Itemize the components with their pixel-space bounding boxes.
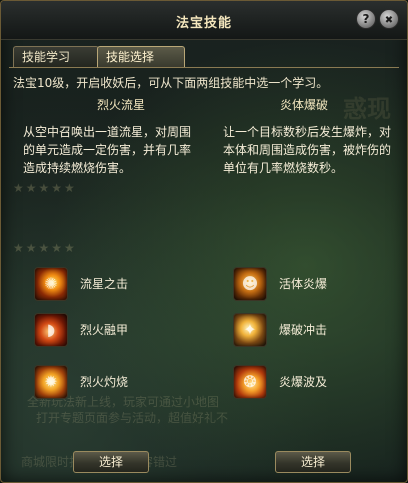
close-icon: ✖ <box>384 15 394 26</box>
select-left-group-button[interactable]: 选择 <box>73 451 149 473</box>
skill-item-meteor-strike[interactable]: ✺ 流星之击 <box>34 267 184 301</box>
blast-wave-icon: ❂ <box>233 365 267 399</box>
skill-label: 烈火融甲 <box>80 323 129 337</box>
close-button[interactable]: ✖ <box>379 9 399 29</box>
skill-item-fire-burn[interactable]: ✹ 烈火灼烧 <box>34 365 184 399</box>
window-title: 法宝技能 <box>175 16 232 31</box>
right-group-description: 让一个目标数秒后发生爆炸，对本体和周围造成伤害，被炸伤的单位有几率燃烧数秒。 <box>223 125 392 175</box>
background-stars: ★★★★★ <box>13 241 77 255</box>
skill-label: 烈火灼烧 <box>80 375 129 389</box>
skill-label: 爆破冲击 <box>279 323 328 337</box>
blast-impact-icon: ✦ <box>233 313 267 347</box>
select-right-group-button[interactable]: 选择 <box>275 451 351 473</box>
skill-label: 流星之击 <box>80 277 129 291</box>
skill-item-blast-wave[interactable]: ❂ 炎爆波及 <box>233 365 383 399</box>
skill-item-fire-armor[interactable]: ◗ 烈火融甲 <box>34 313 184 347</box>
skill-window: 惑现 ★★★★★ ★★★★★ 全新玩法新上线，玩家可通过小地图 打开专题页面参与… <box>0 0 408 483</box>
background-text-line: 打开专题页面参与活动，超值好礼不 <box>36 411 229 425</box>
skill-label: 炎爆波及 <box>279 375 328 389</box>
intro-text: 法宝10级，开启收妖后，可从下面两组技能中选一个学习。 <box>13 76 329 90</box>
tab-skill-learn[interactable]: 技能学习 <box>13 46 99 67</box>
help-icon: ? <box>362 12 370 26</box>
meteor-icon: ✺ <box>34 267 68 301</box>
skill-label: 活体炎爆 <box>279 277 328 291</box>
right-group-title: 炎体爆破 <box>279 98 328 112</box>
skill-item-living-blast[interactable]: ☻ 活体炎爆 <box>233 267 383 301</box>
burn-icon: ✹ <box>34 365 68 399</box>
background-stars: ★★★★★ <box>13 181 77 195</box>
fire-armor-icon: ◗ <box>34 313 68 347</box>
left-group-title: 烈火流星 <box>96 98 145 112</box>
title-bar: 法宝技能 ? ✖ <box>1 1 407 40</box>
tab-divider <box>9 67 399 68</box>
tab-skill-select[interactable]: 技能选择 <box>97 46 185 67</box>
help-button[interactable]: ? <box>356 9 376 29</box>
skill-item-blast-impact[interactable]: ✦ 爆破冲击 <box>233 313 383 347</box>
living-blast-icon: ☻ <box>233 267 267 301</box>
left-group-description: 从空中召唤出一道流星，对周围的单元造成一定伤害，并有几率造成持续燃烧伤害。 <box>23 125 192 175</box>
